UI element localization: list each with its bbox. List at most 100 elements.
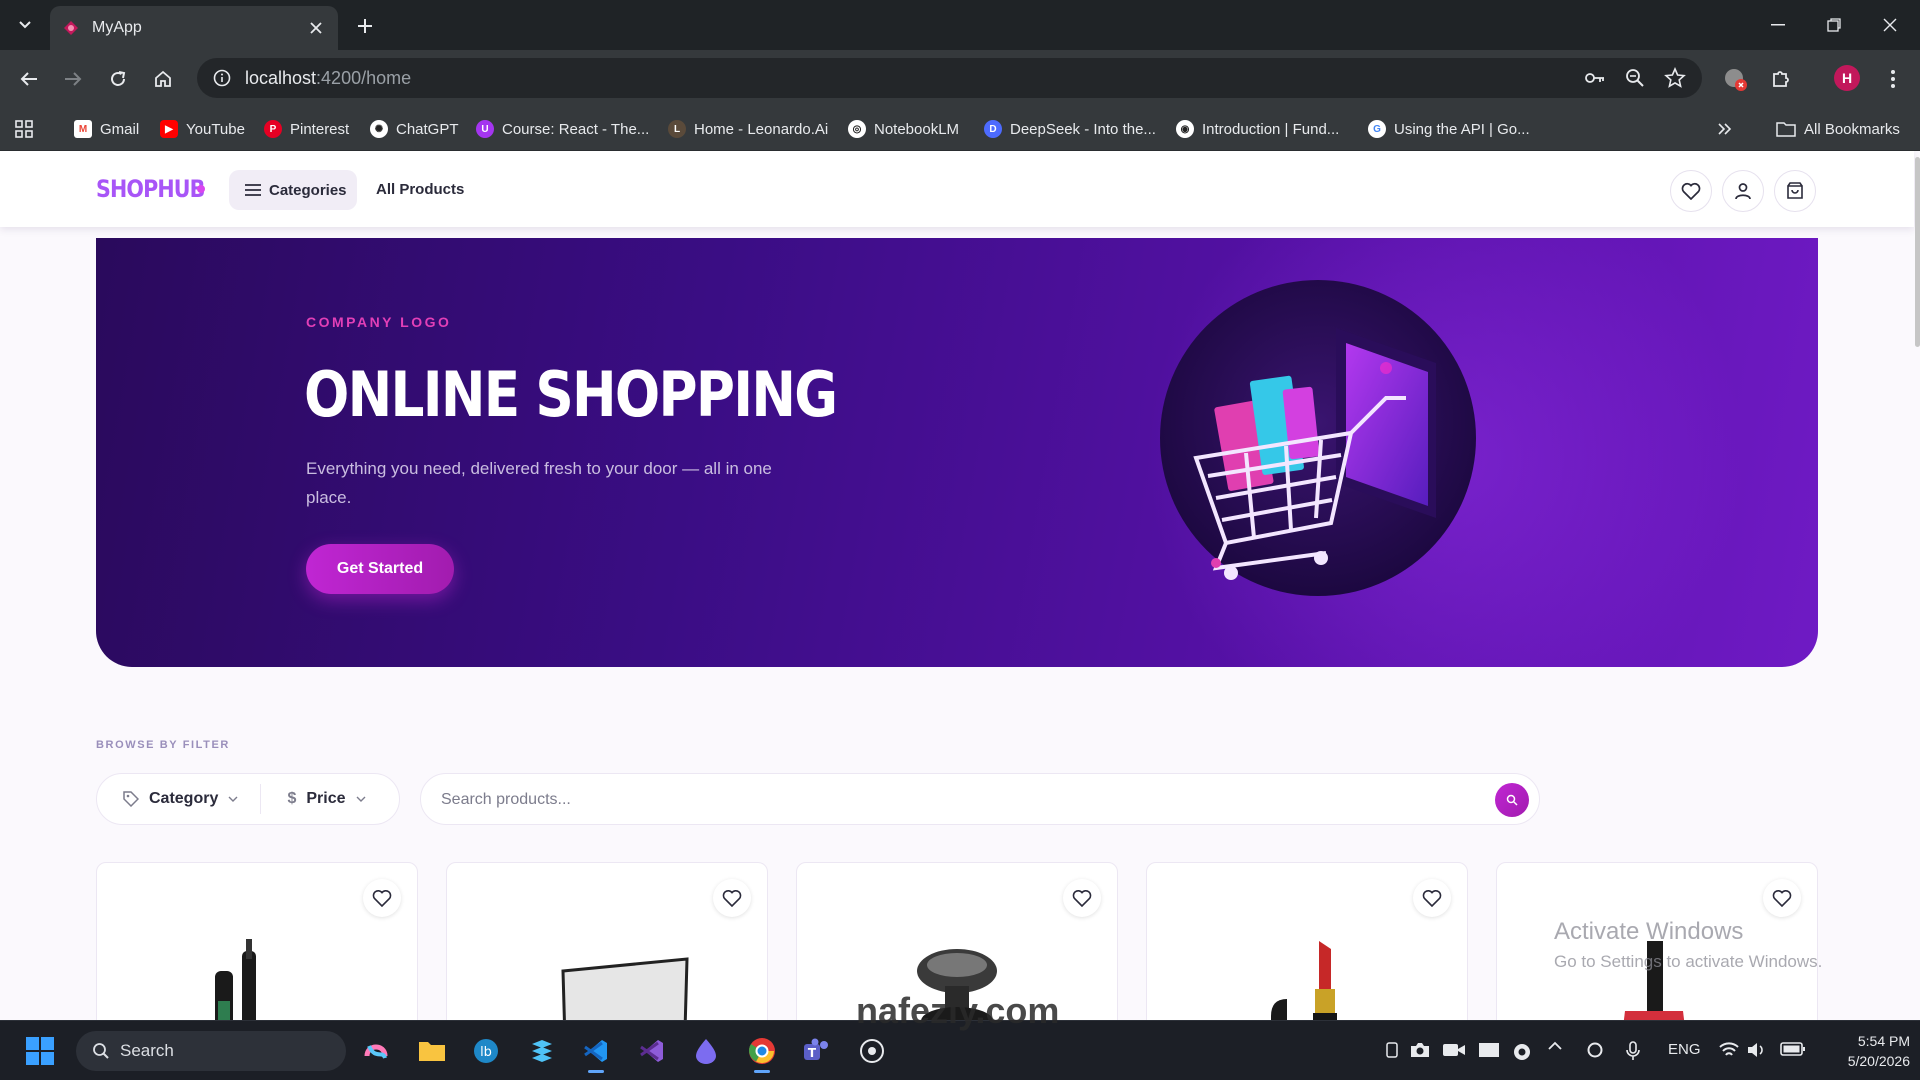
tray-notification-icon[interactable]: [1385, 1041, 1399, 1059]
windows-start-icon[interactable]: [20, 1031, 60, 1071]
teams-icon[interactable]: T: [796, 1031, 836, 1071]
system-clock[interactable]: 5:54 PM 5/20/2026: [1820, 1031, 1910, 1071]
microphone-icon[interactable]: [1626, 1041, 1640, 1061]
restore-button[interactable]: [1814, 10, 1854, 40]
shopping-bag-icon[interactable]: [1774, 170, 1816, 212]
app-chatgpt-icon[interactable]: [852, 1031, 892, 1071]
video-camera-icon[interactable]: [1442, 1041, 1466, 1059]
browser-tab[interactable]: MyApp: [50, 6, 338, 50]
favorite-heart-icon[interactable]: [1063, 879, 1101, 917]
apps-grid-icon[interactable]: [14, 118, 34, 140]
language-indicator[interactable]: ENG: [1668, 1041, 1701, 1058]
favorite-heart-icon[interactable]: [1763, 879, 1801, 917]
profile-avatar[interactable]: H: [1834, 65, 1860, 91]
app-blue-circle-icon[interactable]: lb: [466, 1031, 506, 1071]
udemy-icon: U: [476, 120, 494, 138]
settings-gear-icon[interactable]: [1511, 1041, 1533, 1063]
menu-kebab-icon[interactable]: [1878, 64, 1908, 94]
all-bookmarks-folder[interactable]: All Bookmarks: [1776, 118, 1900, 140]
mascara-product-image: [97, 931, 417, 1020]
page-content: SHOPHUB Categories All Products COMPANY …: [0, 151, 1920, 1020]
volume-icon[interactable]: [1746, 1041, 1766, 1059]
page-scrollbar[interactable]: [1914, 151, 1920, 1020]
window-icon[interactable]: [1478, 1041, 1500, 1059]
site-header: SHOPHUB Categories All Products: [0, 151, 1914, 227]
bookmark-using-api[interactable]: G Using the API | Go...: [1368, 118, 1530, 140]
favorite-heart-icon[interactable]: [1413, 879, 1451, 917]
extensions-puzzle-icon[interactable]: [1766, 64, 1796, 94]
wishlist-heart-icon[interactable]: [1670, 170, 1712, 212]
bookmark-course-react[interactable]: U Course: React - The...: [476, 118, 649, 140]
search-icon: [92, 1042, 110, 1060]
bookmark-deepseek[interactable]: D DeepSeek - Into the...: [984, 118, 1156, 140]
chevron-up-icon[interactable]: [1548, 1041, 1562, 1051]
bookmark-chatgpt[interactable]: ✺ ChatGPT: [370, 118, 459, 140]
camera-icon[interactable]: [1409, 1041, 1431, 1059]
tab-title: MyApp: [92, 19, 142, 36]
visual-studio-icon[interactable]: [632, 1031, 672, 1071]
lipstick-product-image: [1147, 931, 1467, 1020]
app-ring-icon[interactable]: [1586, 1041, 1604, 1059]
app-stack-icon[interactable]: [522, 1031, 562, 1071]
browser-tab-bar: MyApp: [0, 0, 1920, 50]
shophub-logo[interactable]: SHOPHUB: [96, 175, 205, 203]
gmail-icon: M: [74, 120, 92, 138]
price-filter-dropdown[interactable]: $ Price: [261, 774, 399, 824]
chrome-icon[interactable]: [742, 1031, 782, 1073]
bookmark-star-icon[interactable]: [1664, 67, 1686, 89]
hero-banner: COMPANY LOGO ONLINE SHOPPING Everything …: [96, 238, 1818, 667]
deepseek-icon: D: [984, 120, 1002, 138]
nafezly-watermark: nafezly.com: [856, 990, 1060, 1031]
product-card[interactable]: [446, 862, 768, 1020]
svg-text:lb: lb: [480, 1045, 492, 1060]
bookmark-gmail[interactable]: M Gmail: [74, 118, 139, 140]
url-text: localhost:4200/home: [245, 67, 412, 88]
search-input[interactable]: [441, 784, 1461, 816]
get-started-button[interactable]: Get Started: [306, 544, 454, 594]
wifi-icon[interactable]: [1718, 1041, 1740, 1059]
tab-search-button[interactable]: [10, 12, 40, 38]
new-tab-button[interactable]: [352, 13, 378, 39]
vscode-icon[interactable]: [576, 1031, 616, 1073]
copilot-icon[interactable]: [356, 1031, 396, 1071]
close-tab-icon[interactable]: [306, 18, 326, 38]
categories-button[interactable]: Categories: [229, 170, 357, 210]
filter-group: Category $ Price: [96, 773, 400, 825]
extension-badge-icon[interactable]: [1720, 64, 1750, 94]
bookmark-notebooklm[interactable]: ◎ NotebookLM: [848, 118, 959, 140]
file-explorer-icon[interactable]: [412, 1031, 452, 1071]
forward-arrow-icon[interactable]: [58, 64, 88, 94]
zoom-icon[interactable]: [1624, 67, 1646, 89]
search-button[interactable]: [1495, 783, 1529, 817]
home-icon[interactable]: [148, 64, 178, 94]
bookmarks-bar: M Gmail ▶ YouTube P Pinterest ✺ ChatGPT U Cou…: [0, 107, 1920, 151]
tag-icon: [123, 791, 139, 807]
password-key-icon[interactable]: [1584, 67, 1606, 89]
address-bar[interactable]: localhost:4200/home: [197, 58, 1702, 98]
favorite-heart-icon[interactable]: [713, 879, 751, 917]
more-bookmarks-chevron-icon[interactable]: [1718, 118, 1732, 140]
chatgpt-icon: ✺: [370, 120, 388, 138]
bookmark-youtube[interactable]: ▶ YouTube: [160, 118, 245, 140]
close-window-button[interactable]: [1870, 10, 1910, 40]
app-flame-icon[interactable]: [686, 1031, 726, 1071]
back-arrow-icon[interactable]: [14, 64, 44, 94]
product-search-bar: [420, 773, 1540, 825]
taskbar-search[interactable]: Search: [76, 1031, 346, 1071]
site-info-icon[interactable]: [213, 69, 231, 87]
svg-text:T: T: [808, 1046, 817, 1060]
category-filter-dropdown[interactable]: Category: [97, 774, 260, 824]
logo-dot: [197, 185, 205, 193]
battery-icon[interactable]: [1780, 1041, 1806, 1057]
favorite-heart-icon[interactable]: [363, 879, 401, 917]
user-account-icon[interactable]: [1722, 170, 1764, 212]
product-card[interactable]: [96, 862, 418, 1020]
bookmark-pinterest[interactable]: P Pinterest: [264, 118, 349, 140]
bookmark-introduction[interactable]: ◉ Introduction | Fund...: [1176, 118, 1339, 140]
filter-section-label: BROWSE BY FILTER: [96, 739, 230, 751]
product-card[interactable]: [1146, 862, 1468, 1020]
reload-icon[interactable]: [103, 64, 133, 94]
bookmark-leonardo[interactable]: L Home - Leonardo.Ai: [668, 118, 828, 140]
minimize-button[interactable]: [1758, 10, 1798, 40]
all-products-link[interactable]: All Products: [376, 181, 464, 198]
